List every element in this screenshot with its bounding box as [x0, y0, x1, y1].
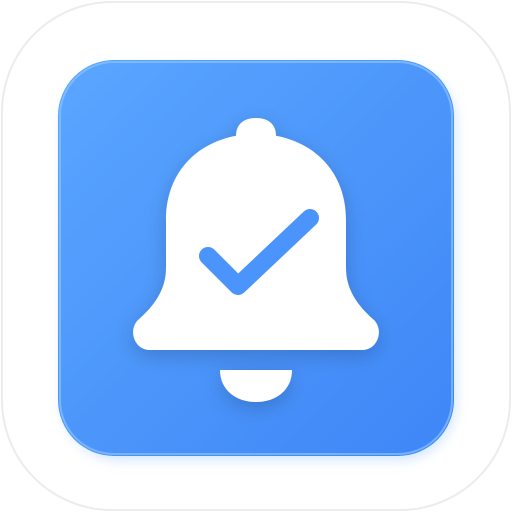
app-icon[interactable] [0, 0, 512, 512]
app-icon-canvas [0, 0, 512, 512]
